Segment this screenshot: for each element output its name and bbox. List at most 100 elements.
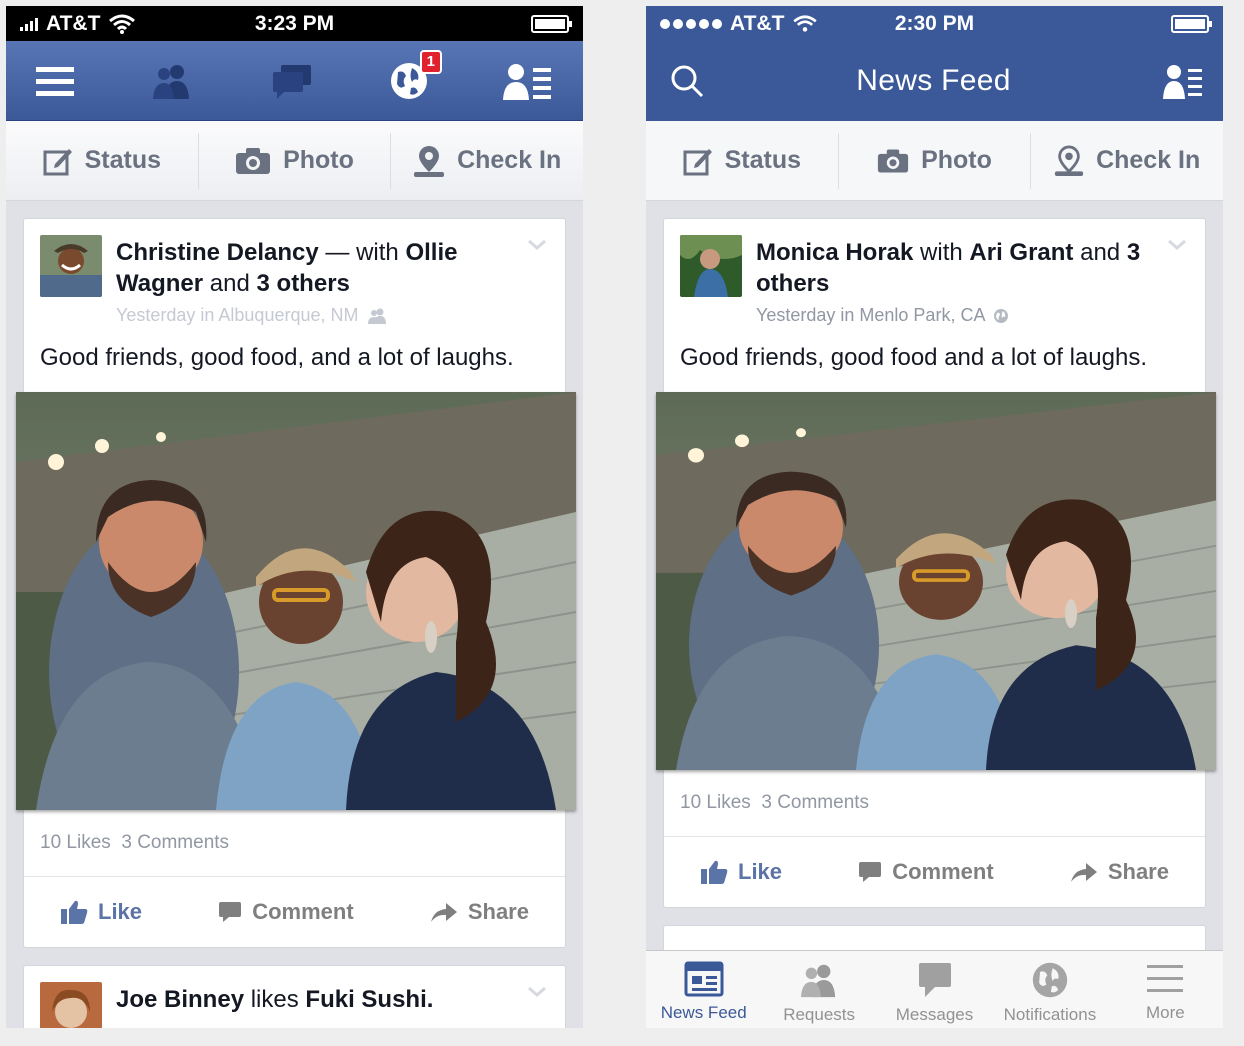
tab-label: Messages <box>895 1005 974 1024</box>
share-button[interactable]: Share <box>1070 859 1169 885</box>
edit-icon <box>43 148 72 175</box>
camera-icon <box>877 148 909 173</box>
messages-icon[interactable] <box>269 61 315 101</box>
likes-count[interactable]: 10 Likes <box>40 832 111 853</box>
thumbs-up-icon <box>61 900 88 924</box>
page-title: News Feed <box>856 64 1011 97</box>
comment-button[interactable]: Comment <box>218 899 354 925</box>
tab-label: News Feed <box>660 1003 747 1022</box>
carrier-label: AT&T <box>46 11 101 35</box>
notification-badge: 1 <box>419 49 442 74</box>
story-meta: Yesterday in Menlo Park, CA <box>756 305 1189 326</box>
comment-icon <box>859 862 882 882</box>
photo-button[interactable]: Photo <box>199 132 392 189</box>
friend-requests-icon[interactable] <box>149 61 195 101</box>
byline-with: with <box>356 239 399 266</box>
wifi-icon <box>793 14 818 32</box>
author-name[interactable]: Monica Horak <box>756 239 913 266</box>
story-header: Joe Binney likes Fuki Sushi. <box>24 966 565 1028</box>
byline-and: and <box>209 270 250 297</box>
check-in-label: Check In <box>457 146 562 174</box>
tab-label: More <box>1145 1003 1185 1022</box>
battery-icon <box>1171 14 1212 33</box>
share-arrow-icon <box>430 903 457 922</box>
byline-and: and <box>1080 239 1121 266</box>
carrier-label: AT&T <box>730 11 785 35</box>
tab-notifications[interactable]: Notifications <box>992 951 1107 1028</box>
search-icon[interactable] <box>670 64 704 98</box>
tab-messages[interactable]: Messages <box>877 951 992 1028</box>
byline-likes: likes <box>250 986 299 1013</box>
photo-button[interactable]: Photo <box>839 132 1032 189</box>
status-button[interactable]: Status <box>646 132 839 189</box>
top-nav-bar: 1 <box>6 41 583 121</box>
bottom-tab-bar: News Feed Requests Messages Notification… <box>646 950 1223 1028</box>
tab-label: Notifications <box>1003 1005 1097 1024</box>
status-button[interactable]: Status <box>6 132 199 189</box>
news-feed: Christine Delancy — with Ollie Wagner an… <box>6 201 583 1028</box>
likes-count[interactable]: 10 Likes <box>680 792 751 813</box>
author-name[interactable]: Christine Delancy <box>116 239 319 266</box>
story-counts: 10 Likes 3 Comments <box>664 770 1205 837</box>
tagged-others[interactable]: 3 others <box>257 270 350 297</box>
check-in-button[interactable]: Check In <box>391 133 583 189</box>
share-arrow-icon <box>1070 863 1097 882</box>
byline-with: with <box>920 239 963 266</box>
photo-label: Photo <box>921 146 992 174</box>
story-meta-text: Yesterday in Menlo Park, CA <box>756 305 986 325</box>
page-name[interactable]: Fuki Sushi. <box>305 986 433 1013</box>
share-button[interactable]: Share <box>430 899 529 925</box>
status-bar: AT&T 3:23 PM <box>6 6 583 41</box>
story-photo[interactable] <box>656 392 1216 770</box>
byline-text: Joe Binney likes Fuki Sushi. <box>116 984 549 1015</box>
comments-count[interactable]: 3 Comments <box>761 792 869 813</box>
story-actions: Like Comment Share <box>24 877 565 947</box>
tab-requests[interactable]: Requests <box>761 951 876 1028</box>
location-pin-icon <box>1055 145 1084 176</box>
like-button[interactable]: Like <box>60 899 142 925</box>
avatar[interactable] <box>40 982 102 1028</box>
messages-icon <box>918 963 951 997</box>
avatar[interactable] <box>40 235 102 297</box>
left-phone-screen: AT&T 3:23 PM 1 Status Photo Check In Chr… <box>6 6 583 1028</box>
signal-icon <box>20 17 38 31</box>
story-header: Christine Delancy — with Ollie Wagner an… <box>24 219 565 326</box>
tab-more[interactable]: More <box>1108 951 1223 1028</box>
thumbs-up-icon <box>701 860 728 884</box>
story-byline: Christine Delancy — with Ollie Wagner an… <box>116 235 549 326</box>
comments-count[interactable]: 3 Comments <box>121 832 229 853</box>
comment-button[interactable]: Comment <box>858 859 994 885</box>
edit-icon <box>683 148 712 175</box>
contacts-icon[interactable] <box>1163 63 1203 99</box>
story-byline: Monica Horak with Ari Grant and 3 others… <box>756 235 1189 326</box>
status-bar: AT&T 2:30 PM <box>646 6 1223 41</box>
news-feed-icon <box>684 961 724 997</box>
share-label: Share <box>467 899 529 924</box>
status-left: AT&T <box>660 12 818 36</box>
like-button[interactable]: Like <box>700 859 782 885</box>
contacts-icon[interactable] <box>503 62 553 100</box>
tagged-name[interactable]: Ari Grant <box>969 239 1073 266</box>
chevron-down-icon[interactable] <box>1167 239 1187 251</box>
top-nav-bar: News Feed <box>646 41 1223 121</box>
story-text: Good friends, good food, and a lot of la… <box>40 344 514 371</box>
story-counts: 10 Likes 3 Comments <box>24 810 565 877</box>
notifications-icon <box>1032 962 1068 998</box>
right-phone-screen: AT&T 2:30 PM News Feed Status Photo Chec… <box>646 6 1223 1028</box>
feed-story: Joe Binney likes Fuki Sushi. <box>23 965 566 1028</box>
feed-story: Monica Horak with Ari Grant and 3 others… <box>656 218 1216 908</box>
notifications-globe-icon[interactable]: 1 <box>388 49 442 102</box>
author-name[interactable]: Joe Binney <box>116 986 244 1013</box>
check-in-button[interactable]: Check In <box>1031 133 1223 189</box>
camera-icon <box>236 147 271 174</box>
story-text: Good friends, good food and a lot of lau… <box>680 344 1148 371</box>
location-pin-icon <box>414 145 445 177</box>
tab-news-feed[interactable]: News Feed <box>646 951 761 1028</box>
photo-label: Photo <box>283 146 354 174</box>
avatar[interactable] <box>680 235 742 297</box>
news-feed: Monica Horak with Ari Grant and 3 others… <box>646 201 1223 985</box>
menu-icon[interactable] <box>36 65 76 97</box>
chevron-down-icon[interactable] <box>527 239 547 251</box>
story-photo[interactable] <box>16 392 576 810</box>
chevron-down-icon[interactable] <box>527 986 547 998</box>
